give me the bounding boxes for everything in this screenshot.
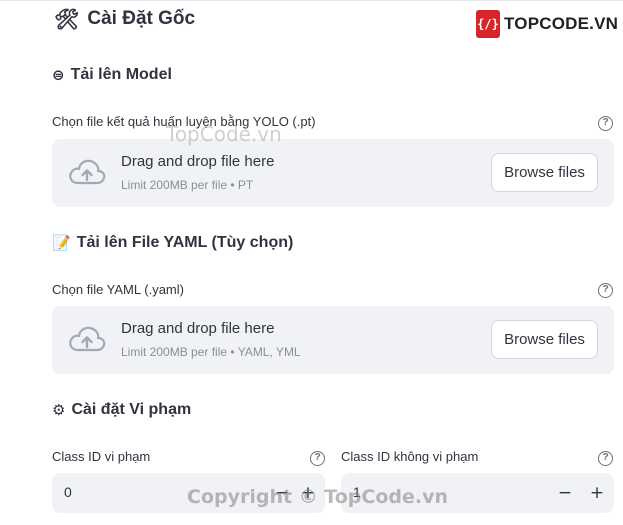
- dropzone-limit: Limit 200MB per file • PT: [121, 178, 254, 192]
- help-icon[interactable]: ?: [310, 451, 325, 466]
- dropzone-instructions: Drag and drop file here: [121, 320, 275, 337]
- topcode-logo: {/} TOPCODE.VN: [476, 10, 618, 38]
- gear-icon: ⚙: [52, 401, 66, 419]
- violation-class-value[interactable]: 0: [64, 484, 72, 500]
- increment-button[interactable]: +: [298, 483, 318, 503]
- yaml-dropzone[interactable]: Drag and drop file here Limit 200MB per …: [52, 306, 614, 374]
- non-violation-class-label: Class ID không vi phạm: [341, 449, 479, 464]
- tools-icon: 🛠: [54, 7, 80, 31]
- decrement-button[interactable]: −: [272, 483, 292, 503]
- yaml-section-title: 📝 Tải lên File YAML (Tùy chọn): [52, 234, 293, 252]
- dropzone-limit: Limit 200MB per file • YAML, YML: [121, 345, 301, 359]
- cloud-upload-icon: [69, 326, 106, 352]
- yaml-file-label: Chọn file YAML (.yaml): [52, 282, 184, 297]
- violation-section-title: ⚙ Cài đặt Vi phạm: [52, 401, 191, 419]
- page-title: 🛠 Cài Đặt Gốc: [54, 6, 195, 32]
- help-icon[interactable]: ?: [598, 451, 613, 466]
- logo-text: TOPCODE.VN: [504, 14, 619, 33]
- increment-button[interactable]: +: [587, 483, 607, 503]
- help-icon[interactable]: ?: [598, 116, 613, 131]
- model-file-label: Chọn file kết quả huấn luyện bằng YOLO (…: [52, 114, 316, 129]
- violation-class-label: Class ID vi phạm: [52, 449, 151, 464]
- upload-icon: ⊜: [52, 66, 65, 84]
- yaml-section-title-text: Tải lên File YAML (Tùy chọn): [76, 234, 294, 251]
- model-section-title: ⊜ Tải lên Model: [52, 66, 172, 84]
- dropzone-instructions: Drag and drop file here: [121, 153, 275, 170]
- help-icon[interactable]: ?: [598, 283, 613, 298]
- violation-class-input[interactable]: 0 − +: [52, 473, 325, 513]
- page-title-text: Cài Đặt Gốc: [87, 8, 196, 29]
- top-border: [0, 0, 623, 1]
- decrement-button[interactable]: −: [555, 483, 575, 503]
- logo-mark-icon: {/}: [476, 10, 500, 38]
- non-violation-class-input[interactable]: 1 − +: [341, 473, 614, 513]
- cloud-upload-icon: [69, 159, 106, 185]
- model-dropzone[interactable]: Drag and drop file here Limit 200MB per …: [52, 139, 614, 207]
- browse-files-button[interactable]: Browse files: [491, 320, 598, 359]
- memo-icon: 📝: [52, 234, 71, 252]
- browse-files-button[interactable]: Browse files: [491, 153, 598, 192]
- model-section-title-text: Tải lên Model: [70, 66, 172, 83]
- non-violation-class-value[interactable]: 1: [353, 484, 361, 500]
- violation-section-title-text: Cài đặt Vi phạm: [71, 401, 192, 418]
